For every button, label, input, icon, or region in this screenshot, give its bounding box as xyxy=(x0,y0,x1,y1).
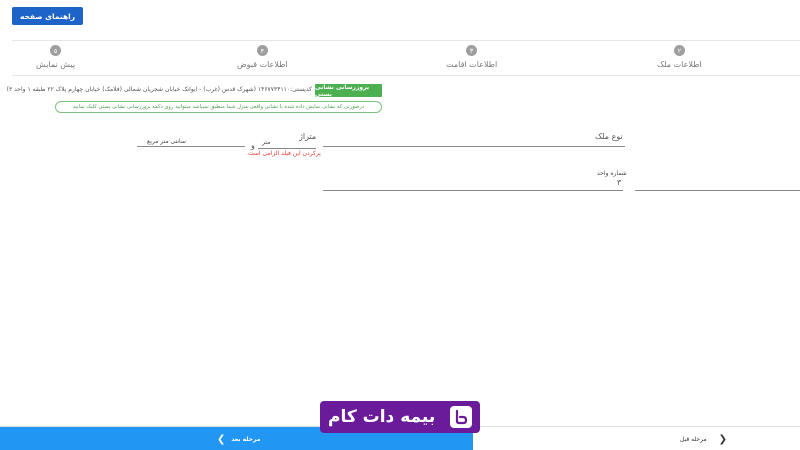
square-cm-label: سانتی متر مربع xyxy=(147,138,186,145)
step-label: پیش نمایش xyxy=(36,60,76,69)
step-label: اطلاعات اقامت xyxy=(446,60,498,69)
unit-number-label: شماره واحد xyxy=(597,170,627,177)
postal-address-text: کدپستی:۱۴۶۷۷۳۴۱۱۰ (شهرک قدس (غرب) - ایوا… xyxy=(6,86,312,93)
previous-step-label: مرحله قبل xyxy=(680,435,707,443)
meter-label: متر xyxy=(262,139,271,146)
chevron-right-icon: ❯ xyxy=(718,433,727,445)
step-label: اطلاعات قبوض xyxy=(237,60,288,69)
address-notice: درصورتی که نشانی نمایش داده شده با نشانی… xyxy=(55,101,382,113)
logo-mark-icon xyxy=(450,406,472,428)
brand-logo: بیمه دات کام xyxy=(320,401,480,433)
area-meter-input[interactable] xyxy=(258,148,316,149)
area-cm-input[interactable] xyxy=(137,146,245,147)
step-residence-info[interactable]: ۳ اطلاعات اقامت xyxy=(446,45,497,69)
previous-step-button[interactable]: مرحله قبل ❯ xyxy=(680,431,727,447)
page-help-button[interactable]: راهنمای صفحه xyxy=(12,7,83,25)
step-number: ۳ xyxy=(466,45,478,56)
step-number: ۵ xyxy=(50,45,62,56)
property-type-select[interactable] xyxy=(323,146,625,147)
area-label: متراژ xyxy=(299,132,317,141)
step-label: اطلاعات ملک xyxy=(657,60,702,69)
progress-stepper: ۲ اطلاعات ملک ۳ اطلاعات اقامت ۴ اطلاعات … xyxy=(12,40,800,76)
update-postal-address-button[interactable]: بروزرسانی نشانی پستی xyxy=(315,84,382,98)
logo-text: بیمه دات کام xyxy=(328,407,436,427)
next-step-label: مرحله بعد xyxy=(231,435,261,443)
required-error: پرکردن این فیلد الزامی است xyxy=(248,150,321,157)
step-preview[interactable]: ۵ پیش نمایش xyxy=(36,45,75,69)
step-number: ۲ xyxy=(673,45,685,56)
adjacent-field-line[interactable] xyxy=(635,190,800,191)
unit-number-input[interactable] xyxy=(323,190,623,191)
step-bills-info[interactable]: ۴ اطلاعات قبوض xyxy=(237,45,288,69)
unit-number-value: ۳ xyxy=(617,178,622,187)
property-type-label: نوع ملک xyxy=(595,132,623,141)
and-label: و xyxy=(251,141,255,150)
step-property-info[interactable]: ۲ اطلاعات ملک xyxy=(657,45,702,69)
chevron-left-icon: ❮ xyxy=(217,433,226,445)
step-number: ۴ xyxy=(256,45,268,56)
